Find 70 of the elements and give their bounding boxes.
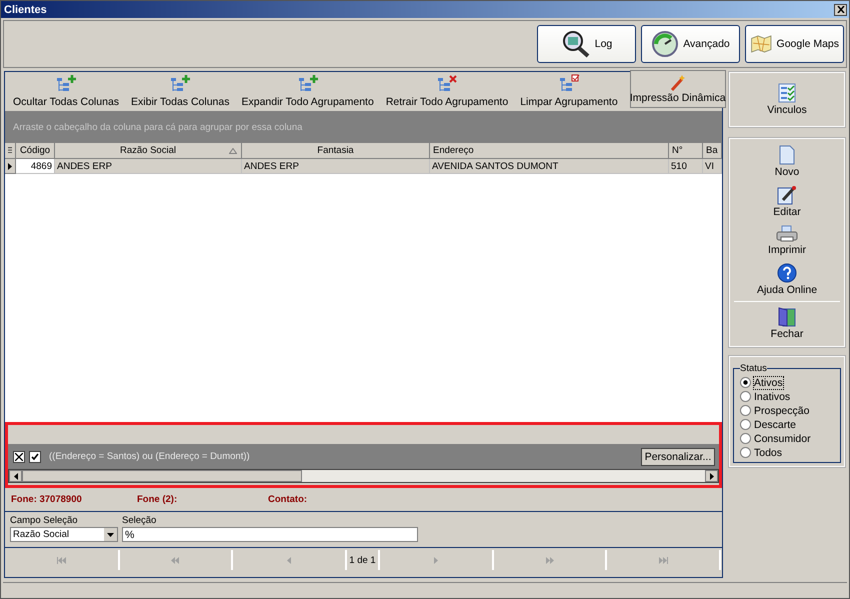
horizontal-scrollbar[interactable] [8,469,719,483]
rewind-icon [171,556,180,564]
magnifier-icon [560,30,591,58]
edit-icon [777,185,797,205]
row-pointer-icon [8,162,12,170]
dynamic-print-button[interactable]: Impressão Dinâmica [630,70,726,108]
toolbar-button[interactable]: Google Maps [745,25,844,63]
document-icon [778,145,795,165]
window-title: Clientes [4,4,47,16]
side-button[interactable]: Editar [773,183,801,220]
side-button[interactable]: Imprimir [768,223,806,258]
toolbar-button[interactable]: Retrair Todo Agrupamento [386,74,508,108]
table-cell: ANDES ERP [242,159,430,174]
contact-info: Fone (2): [137,494,178,505]
first-icon [57,556,66,564]
next-icon [431,556,440,564]
previous-icon [284,556,294,564]
toolbar-button[interactable]: Avançado [641,25,740,63]
status-radio[interactable]: Descarte [740,418,834,431]
fast-forward-icon [545,556,554,564]
status-radio[interactable]: Todos [740,446,834,459]
toolbar-button[interactable]: Log [537,25,636,63]
printer-icon [776,225,798,243]
toolbar-button[interactable]: Limpar Agrupamento [520,74,618,108]
customize-button[interactable]: Personalizar... [641,448,715,466]
table-cell: 510 [669,159,703,174]
scroll-right-button[interactable] [705,470,718,482]
toolbar-button[interactable]: Expandir Todo Agrupamento [241,74,374,108]
filter-expression: ((Endereço = Santos) ou (Endereço = Dumont)) [49,451,250,462]
sort-arrow-icon [229,148,237,154]
group-hint: Arraste o cabeçalho da coluna para cá para agrupar por essa coluna [13,122,302,133]
side-button[interactable]: Fechar [770,305,804,342]
clear-filter-button[interactable] [13,450,25,462]
tree-clear-icon [558,74,580,94]
radio-dot-icon [743,380,748,385]
side-button[interactable]: Ajuda Online [756,261,818,298]
help-icon [777,263,797,283]
table-cell: VI [703,159,722,174]
door-icon [777,307,797,327]
column-chooser-icon[interactable] [8,146,12,155]
tree-remove-icon [436,74,458,94]
gauge-icon [651,30,680,58]
table-cell: 4869 [16,159,55,174]
tree-add-icon [169,74,192,94]
checklist-icon [778,83,796,103]
status-radio[interactable]: Inativos [740,390,834,403]
field-label: Campo Seleção [10,515,79,526]
status-radio[interactable]: Consumidor [740,432,834,445]
contact-info: Contato: [268,494,308,505]
contact-info: Fone: 37078900 [11,494,83,505]
field-label: Seleção [122,515,158,526]
side-button[interactable]: Novo [774,143,800,180]
toolbar-button[interactable]: Ocultar Todas Colunas [13,74,120,108]
right-arrow-icon [710,472,714,480]
close-button[interactable] [834,4,847,16]
field-dropdown[interactable]: Razão Social [10,527,118,542]
tree-add-icon [55,74,78,94]
scroll-left-button[interactable] [9,470,22,482]
filter-checkbox[interactable] [29,450,41,462]
tree-add-icon [296,74,319,94]
status-radio[interactable]: Prospecção [740,404,834,417]
group-title: Status [740,363,767,374]
left-arrow-icon [14,472,18,480]
magic-wand-icon [668,74,687,92]
selection-field[interactable]: % [122,527,418,542]
last-icon [658,556,668,564]
status-radio[interactable]: Ativos [740,376,834,389]
table-cell: AVENIDA SANTOS DUMONT [430,159,669,174]
table-cell: ANDES ERP [55,159,242,174]
toolbar-button[interactable]: Exibir Todas Colunas [131,74,230,108]
